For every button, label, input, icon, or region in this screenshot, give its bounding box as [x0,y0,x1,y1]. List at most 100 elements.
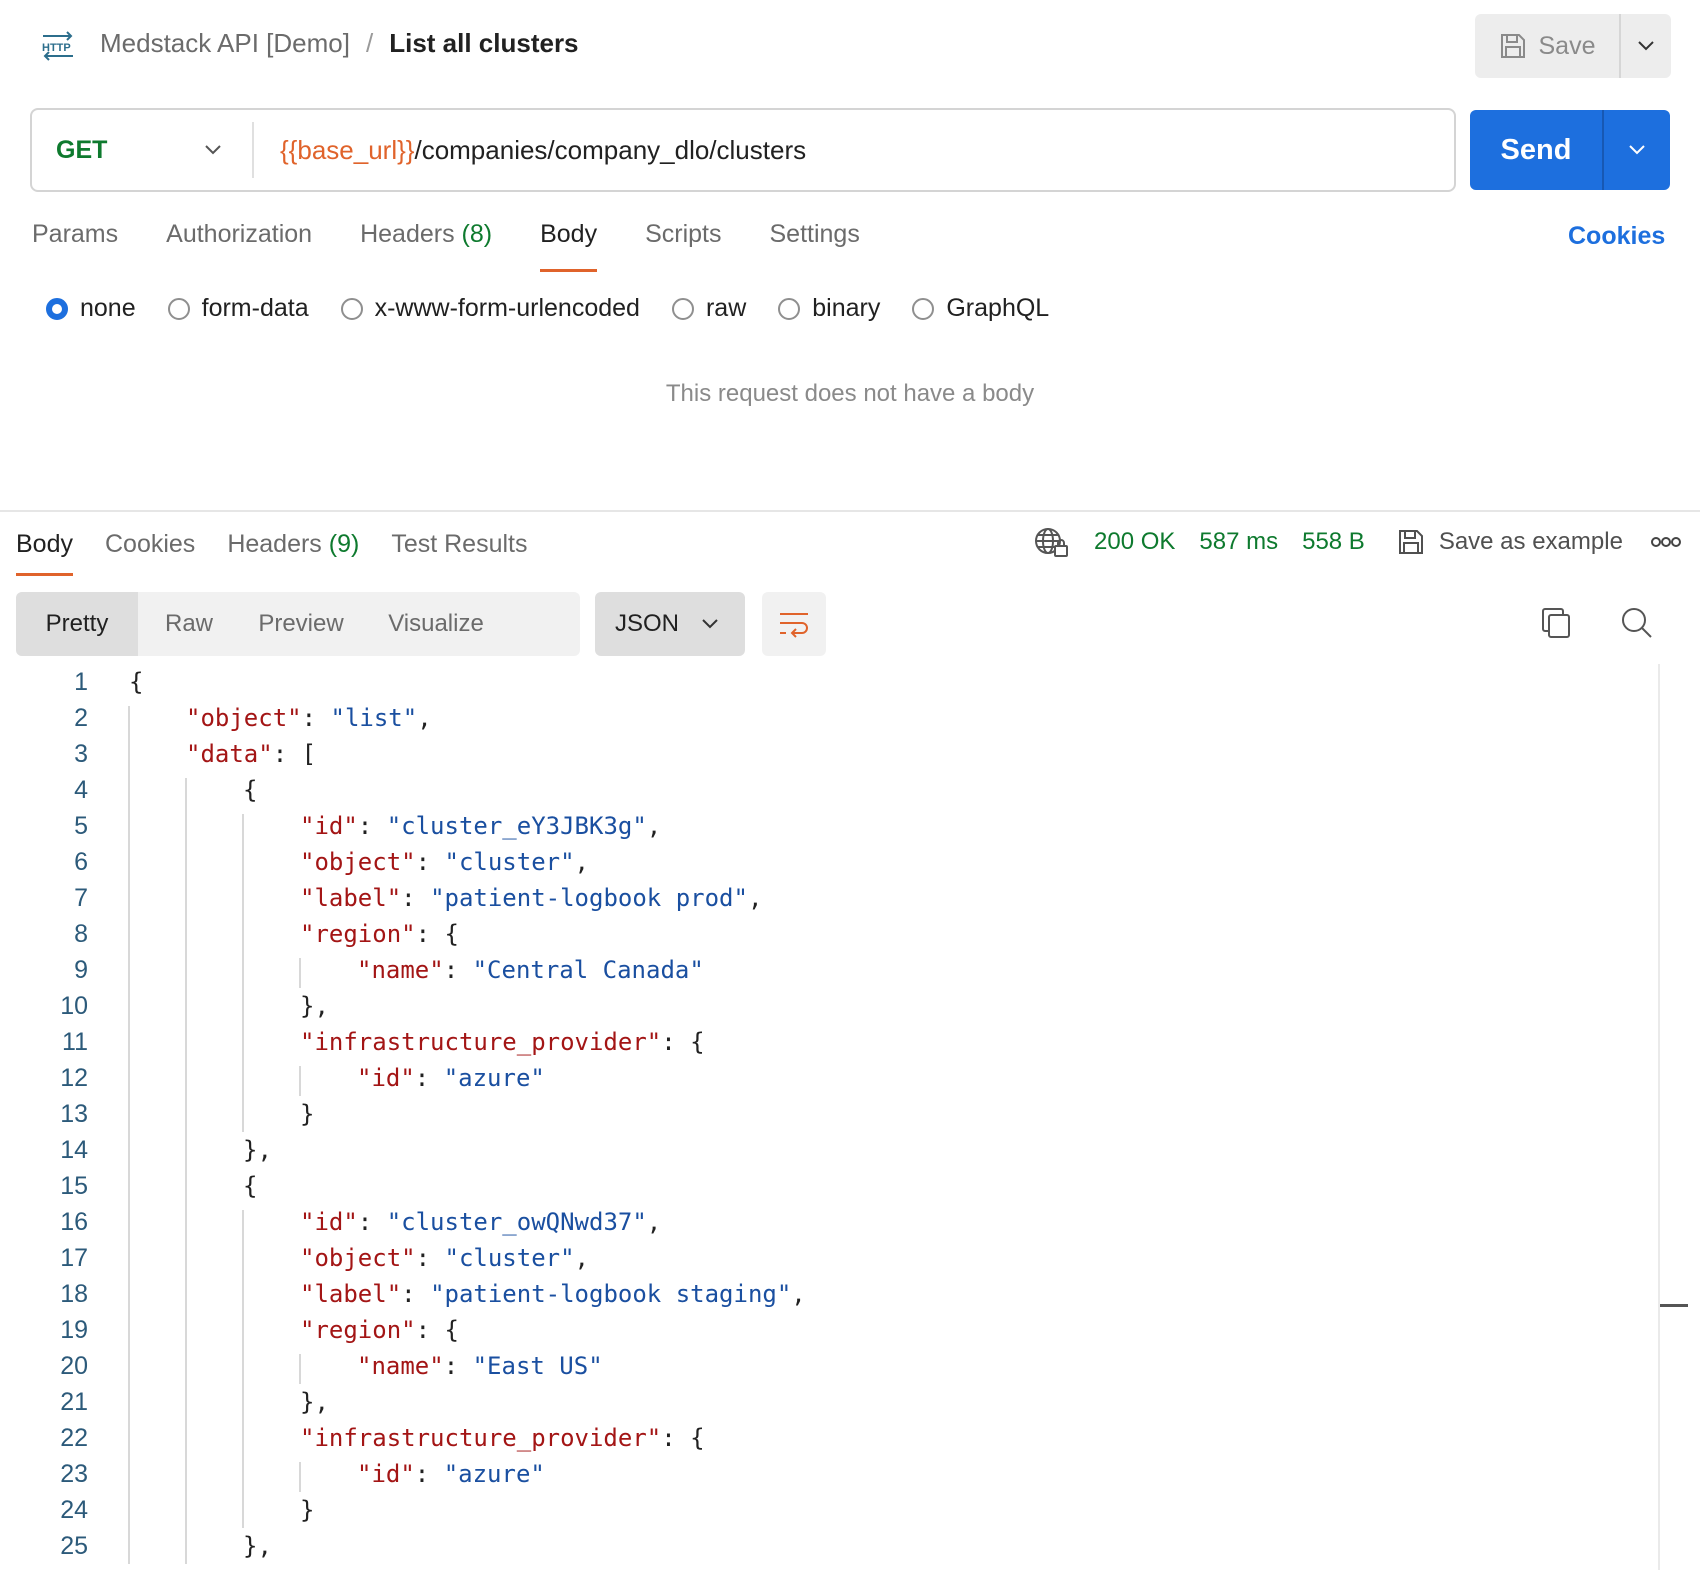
response-size[interactable]: 558 B [1302,528,1365,556]
line-number: 13 [60,1100,88,1128]
wrap-lines-icon [780,613,808,638]
tab-count-badge: (9) [328,530,360,558]
radio-x-www-form-urlencoded[interactable]: x-www-form-urlencoded [340,294,640,323]
line-number: 10 [60,992,88,1020]
json-string: "cluster" [444,1244,575,1272]
radio-button-icon [778,297,801,320]
radio-none[interactable]: none [46,294,136,323]
response-body-code[interactable]: 1{2 "object": "list", 3 "data": [4{5 "id": "… [0,664,1656,1564]
json-punctuation: : [357,812,387,840]
breadcrumb-separator: / [365,28,374,58]
copy-icon[interactable] [1540,606,1572,640]
json-key: "infrastructure_provider" [300,1424,662,1452]
json-string: "cluster" [444,848,575,876]
response-tab-headers[interactable]: Headers (9) [227,530,359,576]
network-globe-icon[interactable] [1034,526,1070,558]
code-line: 19 "region": { [0,1312,1656,1348]
url-input[interactable]: {{base_url}}/companies/company_dlo/clust… [254,135,806,166]
tab-body[interactable]: Body [540,220,597,272]
json-string: "list" [330,704,418,732]
line-number: 11 [62,1028,88,1056]
view-mode-raw[interactable]: Raw [138,592,240,656]
response-tab-test-results[interactable]: Test Results [391,530,527,576]
http-icon: HTTP [42,31,73,61]
code-text: "label": "patient-logbook prod", [300,880,762,916]
breadcrumb-collection[interactable]: Medstack API [Demo] [100,28,350,59]
view-mode-pretty[interactable]: Pretty [16,592,138,656]
method-label: GET [56,135,108,164]
line-number: 1 [74,668,88,696]
scrollbar-track[interactable] [1658,664,1660,1570]
code-text: "id": "cluster_owQNwd37", [300,1204,661,1240]
json-string: "azure" [443,1064,545,1092]
format-select[interactable]: JSON [595,592,745,656]
line-number: 14 [60,1136,88,1164]
line-number: 18 [60,1280,88,1308]
line-number: 19 [60,1316,88,1344]
cookies-link[interactable]: Cookies [1568,222,1665,251]
url-path: /companies/company_dlo/clusters [414,134,807,165]
json-string: "Central Canada" [472,956,704,984]
search-icon[interactable] [1620,606,1654,640]
svg-text:HTTP: HTTP [42,42,71,54]
tab-label: Body [16,530,73,558]
line-number: 12 [60,1064,88,1092]
view-mode-preview[interactable]: Preview [240,592,362,656]
wrap-lines-button[interactable] [762,592,826,656]
save-button-group: Save [1475,14,1671,78]
json-punctuation: , [791,1280,806,1308]
code-line: 20 "name": "East US" [0,1348,1656,1384]
pane-divider[interactable] [0,510,1700,512]
request-title[interactable]: List all clusters [389,28,578,59]
scrollbar-marker[interactable] [1660,1304,1688,1307]
response-tab-cookies[interactable]: Cookies [105,530,195,576]
line-number: 5 [74,812,88,840]
line-number: 3 [74,740,88,768]
code-text: "object": "list", [186,700,432,736]
line-number: 20 [60,1352,88,1380]
json-punctuation: }, [243,1136,272,1164]
save-options-button[interactable] [1621,14,1671,78]
tab-params[interactable]: Params [32,220,118,272]
save-label: Save [1538,31,1596,60]
json-punctuation: { [243,776,258,804]
response-time[interactable]: 587 ms [1199,528,1278,556]
json-punctuation: , [747,884,763,912]
json-punctuation: { [129,668,144,696]
tab-scripts[interactable]: Scripts [645,220,721,272]
code-line: 1{ [0,664,1656,700]
send-button[interactable]: Send [1470,110,1604,190]
code-line: 25}, [0,1528,1656,1564]
chevron-down-icon [205,145,221,155]
json-punctuation: : [401,1280,431,1308]
json-punctuation: }, [243,1532,272,1560]
method-select[interactable]: GET [32,122,254,178]
code-line: 13} [0,1096,1656,1132]
more-options-icon[interactable] [1650,536,1681,548]
tab-headers[interactable]: Headers (8) [360,220,492,272]
json-key: "region" [300,1316,416,1344]
radio-form-data[interactable]: form-data [167,294,309,323]
json-punctuation: : [415,1244,445,1272]
json-punctuation: , [646,1208,662,1236]
tab-settings[interactable]: Settings [769,220,859,272]
send-button-group: Send [1470,110,1670,190]
radio-graphql[interactable]: GraphQL [912,294,1049,323]
tab-authorization[interactable]: Authorization [166,220,312,272]
breadcrumb: Medstack API [Demo] / List all clusters [100,28,579,59]
response-tab-body[interactable]: Body [16,530,73,576]
radio-raw[interactable]: raw [671,294,746,323]
json-string: "azure" [443,1460,545,1488]
code-line: 22 "infrastructure_provider": { [0,1420,1656,1456]
json-punctuation: }, [300,992,329,1020]
code-text: "infrastructure_provider": { [300,1024,705,1060]
status-code[interactable]: 200 OK [1094,528,1175,556]
view-mode-visualize[interactable]: Visualize [362,592,510,656]
json-punctuation: : { [661,1424,705,1452]
send-options-button[interactable] [1604,110,1670,190]
save-as-example-button[interactable]: Save as example [1397,528,1623,556]
tab-label: Body [540,220,598,248]
radio-binary[interactable]: binary [778,294,880,323]
save-button[interactable]: Save [1475,14,1621,78]
code-line: 9 "name": "Central Canada" [0,952,1656,988]
